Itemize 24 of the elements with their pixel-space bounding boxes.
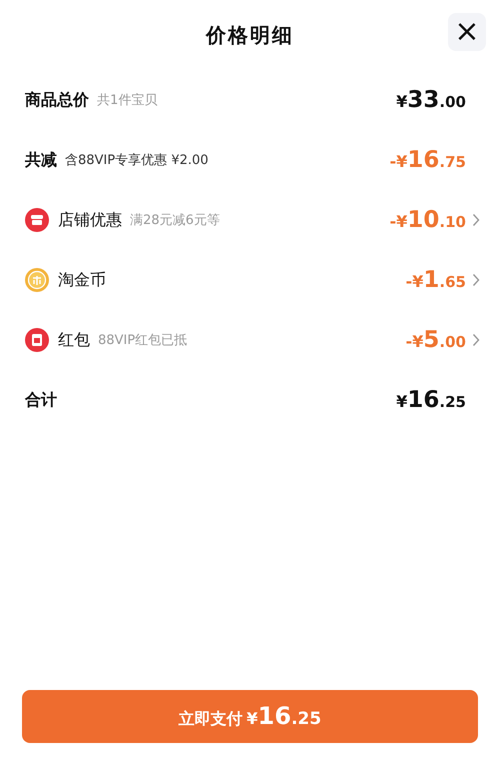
row-label: 店铺优惠 <box>58 210 122 230</box>
row-label: 合计 <box>25 390 57 410</box>
close-button[interactable]: × <box>448 13 486 51</box>
chevron-right-icon[interactable] <box>472 213 480 227</box>
row-note: 含88VIP专享优惠 ¥2.00 <box>65 152 208 169</box>
chevron-right-icon[interactable] <box>472 333 480 347</box>
row-note: 88VIP红包已抵 <box>98 332 188 349</box>
row-label: 商品总价 <box>25 90 89 110</box>
row-label: 红包 <box>58 330 90 350</box>
amount: -¥16.75 <box>390 147 466 173</box>
store-icon <box>25 208 49 232</box>
amount: ¥16.25 <box>396 387 466 413</box>
amount: ¥33.00 <box>396 87 466 113</box>
amount: -¥5.00 <box>406 327 466 353</box>
row-label: 淘金币 <box>58 270 106 290</box>
gift-envelope-icon <box>25 328 49 352</box>
coin-icon <box>25 268 49 292</box>
sheet-title: 价格明细 <box>206 22 294 48</box>
row-note: 满28元减6元等 <box>130 212 220 229</box>
row-note: 共1件宝贝 <box>97 92 158 109</box>
chevron-right-icon[interactable] <box>472 273 480 287</box>
row-label: 共减 <box>25 150 57 170</box>
amount: -¥1.65 <box>406 267 466 293</box>
amount: -¥10.10 <box>390 207 466 233</box>
